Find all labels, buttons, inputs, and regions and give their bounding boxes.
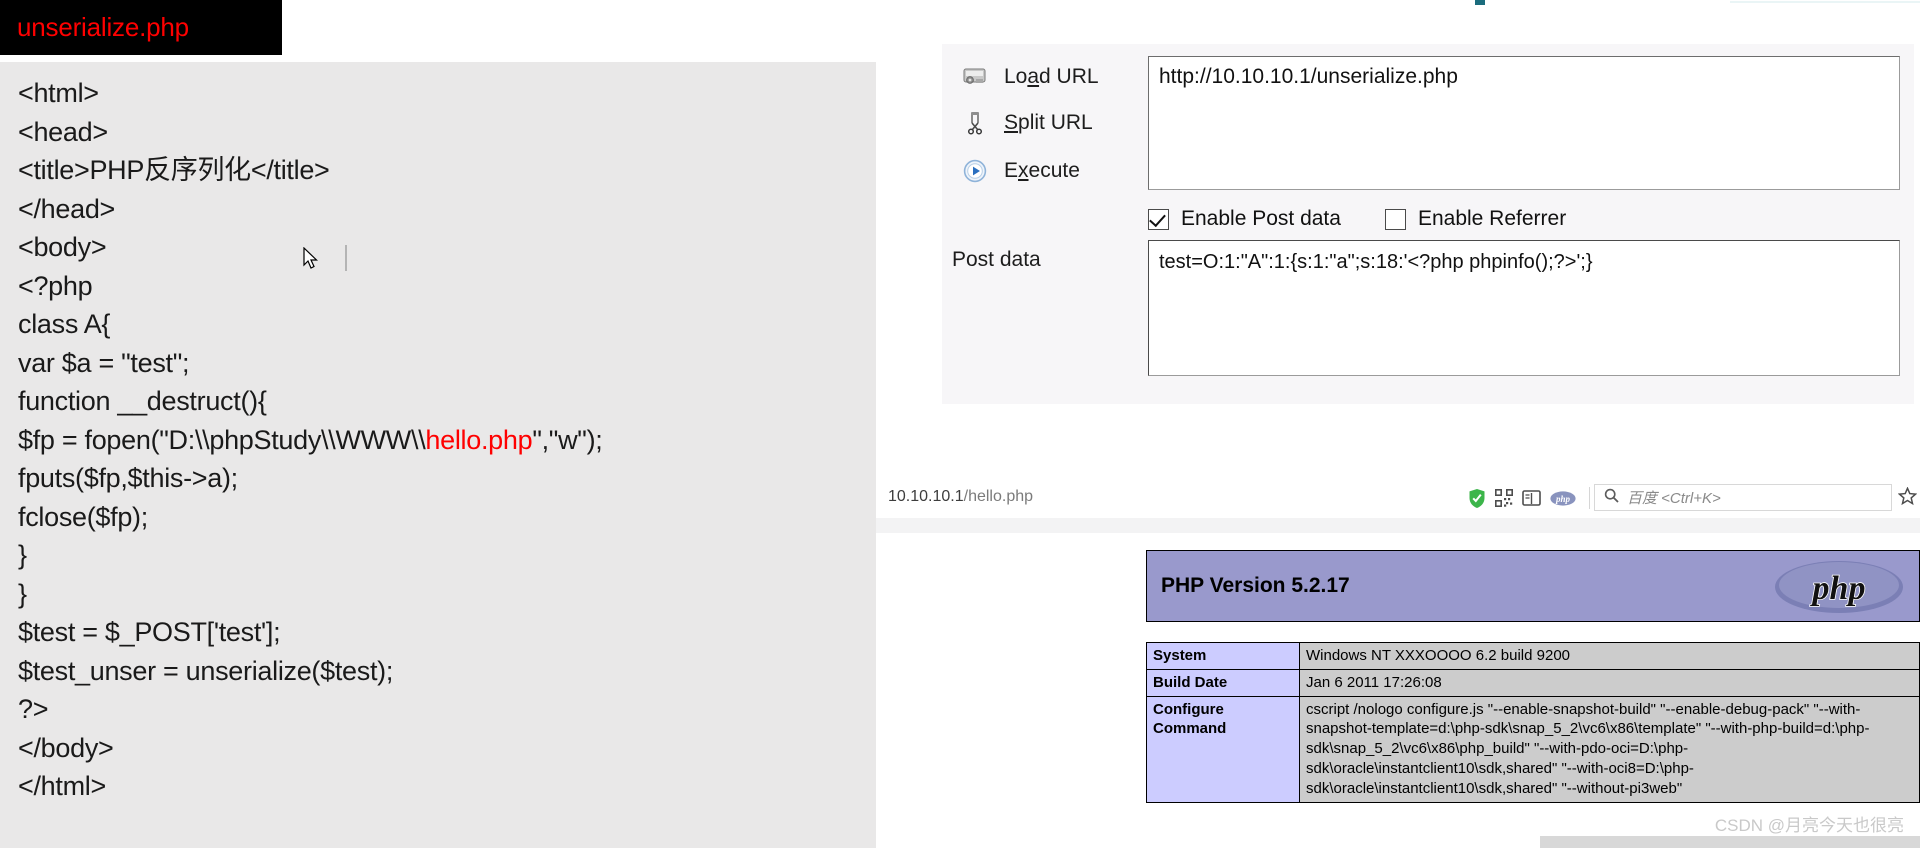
code-line: <title>PHP反序列化</title>: [18, 155, 330, 185]
hackbar-options-row: Enable Post data Enable Referrer: [1148, 200, 1900, 238]
code-line-fopen: $fp = fopen("D:\\phpStudy\\WWW\\hello.ph…: [18, 421, 876, 460]
php-badge-icon[interactable]: php: [1550, 490, 1576, 506]
browser-url-path: /hello.php: [963, 488, 1034, 505]
code-line: fclose($fp);: [18, 501, 148, 532]
shield-icon[interactable]: [1468, 488, 1486, 509]
toolbar-divider: [1589, 487, 1590, 509]
code-fragment-highlight: hello.php: [425, 424, 533, 455]
split-url-label: Split URL: [1004, 111, 1093, 134]
enable-post-data-label: Enable Post data: [1181, 207, 1341, 230]
search-input[interactable]: 百度 <Ctrl+K>: [1594, 484, 1892, 511]
code-line: }: [18, 578, 27, 609]
browser-strip: 10.10.10.1/hello.php php 百度 <Ctrl+K>: [876, 478, 1920, 533]
code-line: </body>: [18, 732, 114, 763]
post-data-input[interactable]: test=O:1:"A":1:{s:1:"a";s:18:'<?php phpi…: [1148, 240, 1900, 376]
code-line: class A{: [18, 309, 111, 339]
enable-referrer-label: Enable Referrer: [1417, 207, 1567, 230]
checkbox-box-unchecked[interactable]: [1384, 208, 1406, 230]
execute-label: Execute: [1004, 159, 1080, 182]
split-url-icon: [960, 110, 990, 136]
search-icon: [1604, 488, 1619, 508]
code-line: </html>: [18, 771, 106, 801]
code-line: ?>: [18, 694, 49, 724]
svg-text:php: php: [1555, 494, 1571, 504]
browser-address-bar[interactable]: 10.10.10.1/hello.php php 百度 <Ctrl+K>: [876, 478, 1920, 518]
code-window-title-bar: unserialize.php: [0, 0, 282, 55]
phpinfo-table: System Windows NT XXXOOOO 6.2 build 9200…: [1146, 642, 1920, 803]
split-url-button[interactable]: Split URL: [960, 106, 1093, 140]
enable-referrer-checkbox[interactable]: Enable Referrer: [1384, 207, 1567, 231]
code-fragment: ","w");: [532, 424, 603, 455]
table-cell-value: cscript /nologo configure.js "--enable-s…: [1299, 695, 1920, 803]
table-cell-key: Configure Command: [1146, 695, 1300, 803]
table-cell-key: System: [1146, 642, 1300, 670]
url-input-value: http://10.10.10.1/unserialize.php: [1159, 65, 1458, 88]
browser-url-text: 10.10.10.1/hello.php: [888, 488, 1033, 506]
code-line: function __destruct(){: [18, 386, 267, 416]
code-line: $test_unser = unserialize($test);: [18, 655, 394, 686]
code-fragment: $fp = fopen("D:\\phpStudy\\WWW\\: [18, 424, 426, 455]
code-content-panel: <html> <head> <title>PHP反序列化</title> </h…: [0, 62, 876, 848]
checkbox-box-checked[interactable]: [1148, 208, 1169, 230]
table-row: System Windows NT XXXOOOO 6.2 build 9200: [1146, 642, 1920, 670]
code-line: <body>: [18, 232, 107, 262]
code-line: var $a = "test";: [18, 347, 190, 378]
table-row: Build Date Jan 6 2011 17:26:08: [1146, 668, 1920, 697]
table-cell-key: Build Date: [1146, 668, 1300, 697]
code-line: </head>: [18, 193, 116, 224]
search-placeholder: 百度 <Ctrl+K>: [1627, 490, 1721, 507]
load-url-label: Load URL: [1004, 65, 1099, 88]
load-url-icon: [960, 64, 990, 90]
code-line: <?php: [18, 270, 93, 301]
execute-icon: [960, 158, 990, 184]
screenshot-root: unserialize.php <html> <head> <title>PHP…: [0, 0, 1920, 848]
code-line: <html>: [18, 78, 99, 108]
table-cell-value: Jan 6 2011 17:26:08: [1299, 668, 1920, 697]
table-row: Configure Command cscript /nologo config…: [1146, 695, 1920, 803]
qr-code-icon[interactable]: [1495, 489, 1513, 507]
teal-artifact-mark: [1475, 0, 1485, 5]
phpinfo-output: PHP Version 5.2.17 php System Windows NT…: [1146, 550, 1920, 848]
execute-button[interactable]: Execute: [960, 154, 1080, 188]
php-version-title: PHP Version 5.2.17: [1161, 574, 1350, 597]
right-column: Load URL Split URL Execute Post data htt…: [876, 0, 1920, 848]
code-window-title: unserialize.php: [17, 12, 189, 42]
faint-edge-line: [1730, 1, 1920, 3]
table-cell-value: Windows NT XXXOOOO 6.2 build 9200: [1299, 642, 1920, 670]
post-data-label: Post data: [952, 248, 1041, 271]
code-line: <head>: [18, 116, 108, 147]
bottom-edge-strip: [1540, 836, 1920, 848]
code-line: $test = $_POST['test'];: [18, 617, 281, 647]
text-caret: [345, 245, 347, 271]
watermark-text: CSDN @月亮今天也很亮: [1714, 816, 1904, 835]
enable-post-data-checkbox[interactable]: Enable Post data: [1148, 207, 1341, 231]
code-line: fputs($fp,$this->a);: [18, 463, 238, 493]
php-logo-icon: php: [1773, 559, 1905, 620]
hackbar-panel: Load URL Split URL Execute Post data htt…: [942, 44, 1914, 404]
phpinfo-header: PHP Version 5.2.17 php: [1146, 550, 1920, 622]
load-url-button[interactable]: Load URL: [960, 60, 1099, 94]
reader-view-icon[interactable]: [1522, 489, 1541, 507]
url-input[interactable]: http://10.10.10.1/unserialize.php: [1148, 56, 1900, 190]
post-data-value: test=O:1:"A":1:{s:1:"a";s:18:'<?php phpi…: [1159, 251, 1593, 273]
code-line: }: [18, 540, 27, 570]
hackbar-actions: Load URL Split URL Execute Post data: [942, 44, 1148, 404]
browser-url-host: 10.10.10.1: [888, 488, 964, 505]
svg-text:php: php: [1810, 570, 1866, 607]
star-icon[interactable]: [1897, 486, 1918, 511]
browser-bar-separator: [876, 518, 1920, 533]
